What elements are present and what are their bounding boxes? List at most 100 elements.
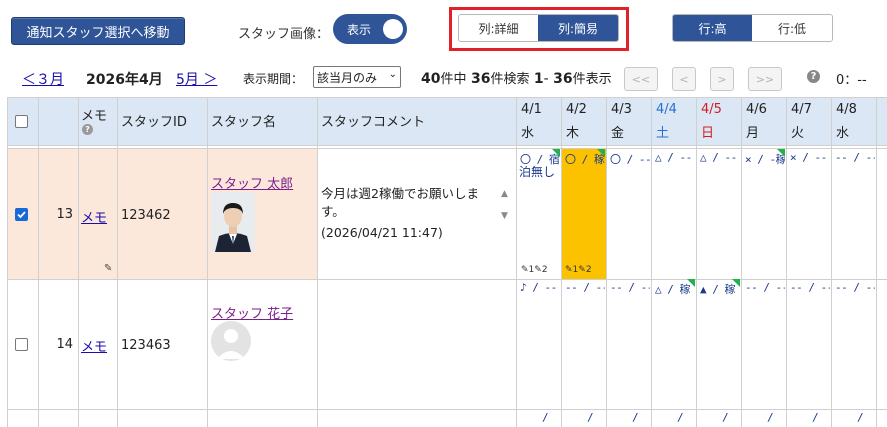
next-page-button[interactable]: > <box>710 67 734 91</box>
chevron-down-icon: ⌄ <box>388 69 397 80</box>
partial-cell-mark-4: / <box>722 411 729 424</box>
comment-scroll-up-icon[interactable]: ▲ <box>501 189 508 199</box>
day-header-dow-7: 水 <box>836 126 850 141</box>
first-page-button[interactable]: << <box>624 67 658 91</box>
select-all-checkbox[interactable] <box>15 115 28 128</box>
flag-marker-icon <box>732 279 740 287</box>
row-13-cell2-count-b: 2 <box>585 265 592 275</box>
row-14-memo-link[interactable]: メモ <box>81 336 107 355</box>
current-month: 2026年4月 <box>86 72 163 88</box>
header-staff-comment: スタッフコメント <box>321 115 426 130</box>
row-13-checkbox[interactable] <box>15 208 28 221</box>
row-13-comment-date: (2026/04/21 11:47) <box>321 225 443 240</box>
row-13-comment: 今月は週2稼働でお願いします。 <box>321 186 479 219</box>
prev-page-button[interactable]: < <box>672 67 696 91</box>
day-header-dow-1: 木 <box>566 126 580 141</box>
day-header-date-7: 4/8 <box>836 102 857 117</box>
row-13-staff-id: 123462 <box>121 208 171 223</box>
last-page-button[interactable]: >> <box>748 67 782 91</box>
day-cell-0-2[interactable]: 〇 / -- <box>610 151 650 167</box>
staff-image-toggle-label: 表示 <box>347 22 372 37</box>
col-simple-button[interactable]: 列:簡易 <box>538 15 618 41</box>
day-header-date-6: 4/7 <box>791 102 812 117</box>
flag-marker-icon <box>597 149 605 157</box>
partial-cell-mark-5: / <box>767 411 774 424</box>
row-13-cell1-count-b: 2 <box>541 265 548 275</box>
flag-marker-icon <box>552 149 560 157</box>
day-cell-1-6[interactable]: -- / -- <box>790 281 830 294</box>
toggle-knob <box>383 19 403 39</box>
result-count: 40件中 36件検索 1- 36件表示 <box>421 68 612 87</box>
flag-marker-icon <box>687 279 695 287</box>
day-cell-0-7[interactable]: -- / -- <box>835 151 875 164</box>
row-13-memo-link[interactable]: メモ <box>81 207 107 226</box>
avatar-silhouette <box>217 329 245 359</box>
day-header-dow-3: 土 <box>656 126 670 141</box>
day-cell-1-5[interactable]: -- / -- <box>745 281 785 294</box>
period-select-value: 該当月のみ <box>317 70 378 85</box>
help-icon[interactable]: ? <box>807 70 820 83</box>
pencil-icon[interactable]: ✎ <box>104 263 112 274</box>
avatar-placeholder-icon <box>211 321 251 361</box>
period-label: 表示期間： <box>243 72 304 86</box>
day-cell-1-1[interactable]: -- / -- <box>565 281 605 294</box>
staff-image-toggle[interactable]: 表示 <box>333 14 407 44</box>
count-search-suffix: 件検索 <box>490 72 530 87</box>
partial-cell-mark-0: / <box>542 411 549 424</box>
day-cell-1-2[interactable]: -- / -- <box>610 281 650 294</box>
comment-scroll-down-icon[interactable]: ▼ <box>501 211 508 221</box>
row-13-staff-name[interactable]: スタッフ 太郎 <box>211 173 293 192</box>
highlight-cell-4-2 <box>561 148 606 279</box>
header-staff-id: スタッフID <box>121 115 187 130</box>
day-cell-0-6[interactable]: × / -- <box>790 151 830 164</box>
partial-cell-mark-6: / <box>812 411 819 424</box>
day-header-date-5: 4/6 <box>746 102 767 117</box>
day-header-dow-2: 金 <box>611 126 625 141</box>
header-staff-name: スタッフ名 <box>211 115 277 130</box>
next-month-link[interactable]: 5月 ＞ <box>176 69 217 89</box>
day-header-dow-5: 月 <box>746 126 760 141</box>
row-14-staff-id: 123463 <box>121 338 171 353</box>
count-total: 40 <box>421 71 441 87</box>
row-high-button[interactable]: 行:高 <box>673 15 752 41</box>
prev-month-link[interactable]: ＜３月 <box>22 69 64 89</box>
clock-value: 0：-- <box>836 73 867 88</box>
day-cell-1-0[interactable]: ♪ / -- <box>520 281 560 294</box>
day-cell-1-7[interactable]: -- / -- <box>835 281 875 294</box>
day-header-dow-0: 水 <box>521 126 535 141</box>
day-header-date-0: 4/1 <box>521 102 542 117</box>
partial-cell-mark-1: / <box>587 411 594 424</box>
row-13-cell2-count-a: 1 <box>572 265 579 275</box>
flag-marker-icon <box>777 149 785 157</box>
schedule-table: メモ ? スタッフID スタッフ名 スタッフコメント 4/1 水 4/2 木 4/3 金 4… <box>7 97 887 427</box>
memo-help-icon[interactable]: ? <box>82 124 93 135</box>
row-13-cell1-counts: ✎1✎2 <box>521 265 548 275</box>
row-14-staff-name[interactable]: スタッフ 花子 <box>211 303 293 322</box>
day-header-dow-6: 火 <box>791 126 805 141</box>
row-14-checkbox[interactable] <box>15 338 28 351</box>
day-cell-0-4[interactable]: △ / -- <box>700 151 740 164</box>
partial-cell-mark-3: / <box>677 411 684 424</box>
check-icon <box>17 211 26 219</box>
header-memo: メモ <box>81 109 108 124</box>
row-13-cell2-counts: ✎1✎2 <box>565 265 592 275</box>
day-header-dow-4: 日 <box>701 126 715 141</box>
notify-staff-button[interactable]: 通知スタッフ選択へ移動 <box>11 17 185 45</box>
staff-photo <box>211 192 255 252</box>
row-13-cell1-count-a: 1 <box>528 265 535 275</box>
day-cell-0-3[interactable]: △ / -- <box>655 151 695 164</box>
column-mode-segment: 列:詳細 列:簡易 <box>458 14 619 42</box>
range-sep: - <box>543 71 549 87</box>
row-14-number: 14 <box>56 337 73 352</box>
col-detail-button[interactable]: 列:詳細 <box>459 15 538 41</box>
partial-cell-mark-2: / <box>632 411 639 424</box>
row-13-cell1-extra: 泊無し <box>519 165 556 179</box>
day-header-date-1: 4/2 <box>566 102 587 117</box>
period-select[interactable]: 該当月のみ ⌄ <box>313 66 401 88</box>
row-height-segment: 行:高 行:低 <box>672 14 833 42</box>
day-header-date-2: 4/3 <box>611 102 632 117</box>
row-low-button[interactable]: 行:低 <box>752 15 832 41</box>
range-end: 36 <box>553 71 573 87</box>
staff-image-label: スタッフ画像： <box>238 27 330 42</box>
range-suffix: 件表示 <box>572 72 612 87</box>
